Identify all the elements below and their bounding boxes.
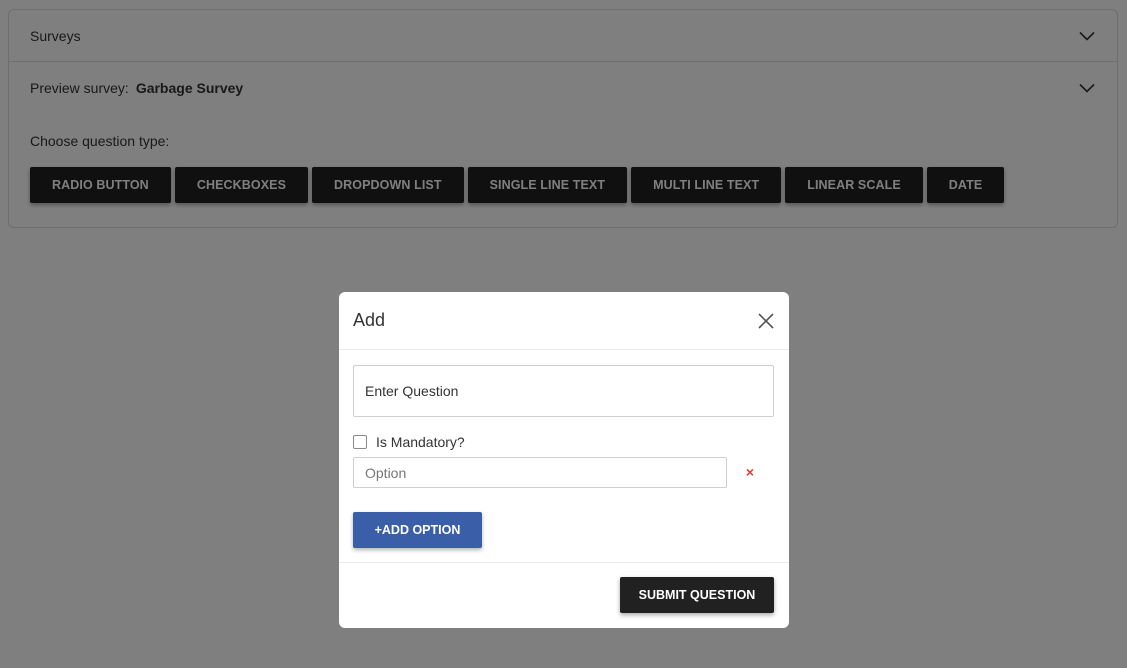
close-icon[interactable]: [757, 312, 775, 330]
mandatory-row: Is Mandatory?: [353, 434, 465, 450]
modal-footer: SUBMIT QUESTION: [339, 562, 789, 628]
modal-header: Add: [339, 292, 789, 350]
add-option-button[interactable]: +ADD OPTION: [353, 512, 482, 548]
question-input[interactable]: [353, 365, 774, 417]
mandatory-label: Is Mandatory?: [376, 434, 465, 450]
option-input[interactable]: [353, 457, 727, 488]
mandatory-checkbox[interactable]: [353, 435, 367, 449]
submit-question-button[interactable]: SUBMIT QUESTION: [620, 577, 774, 613]
remove-option-icon[interactable]: ×: [744, 464, 756, 480]
modal-title: Add: [353, 310, 386, 330]
add-question-modal: Add Is Mandatory? × +ADD OPTION SUBMIT Q…: [339, 292, 789, 628]
